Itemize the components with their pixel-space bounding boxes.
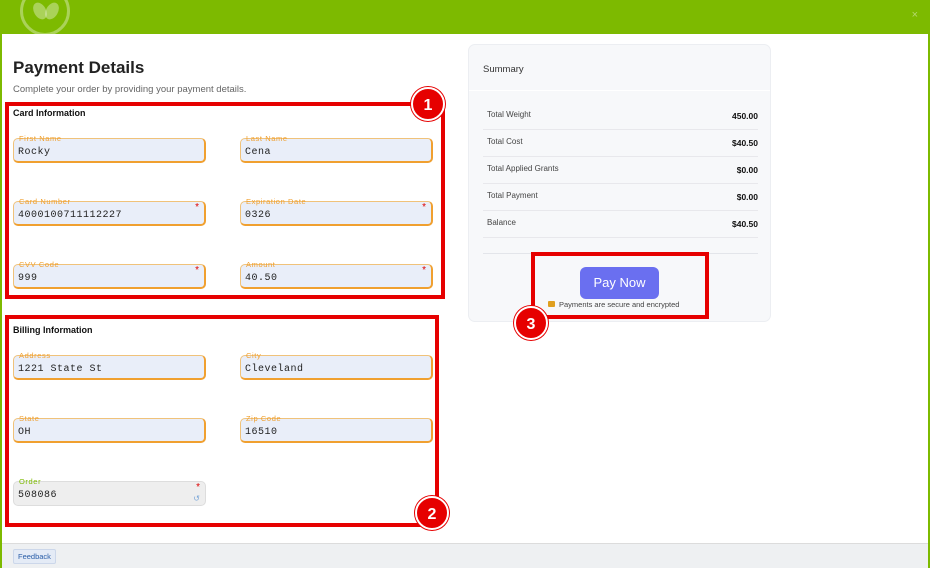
zip-code-field[interactable]: Zip Code 16510 <box>240 414 433 443</box>
summary-row-label: Balance <box>487 218 516 227</box>
amount-field[interactable]: Amount 40.50 * <box>240 260 433 289</box>
last-name-label: Last Name <box>246 134 288 143</box>
summary-row-value: $0.00 <box>736 192 758 202</box>
expiration-date-label: Expiration Date <box>246 197 307 206</box>
last-name-value: Cena <box>245 147 272 158</box>
summary-title: Summary <box>483 64 524 75</box>
required-icon: * <box>195 265 199 276</box>
address-field[interactable]: Address 1221 State St <box>13 351 206 380</box>
city-value: Cleveland <box>245 364 304 375</box>
summary-row-label: Total Cost <box>487 137 523 146</box>
required-icon: * <box>196 482 200 493</box>
order-field[interactable]: Order 508086 * ↺ <box>13 477 206 506</box>
address-label: Address <box>19 351 51 360</box>
summary-row-total-weight: Total Weight 450.00 <box>483 104 758 130</box>
summary-row-value: 450.00 <box>732 111 758 121</box>
top-bar: × <box>0 0 930 36</box>
summary-row-label: Total Weight <box>487 110 531 119</box>
summary-row-total-cost: Total Cost $40.50 <box>483 131 758 157</box>
summary-row-value: $40.50 <box>732 138 758 148</box>
summary-row-label: Total Applied Grants <box>487 164 559 173</box>
frame-border-left <box>0 34 2 568</box>
first-name-label: First Name <box>19 134 62 143</box>
required-icon: * <box>422 202 426 213</box>
lock-icon <box>548 301 555 307</box>
zip-code-label: Zip Code <box>246 414 282 423</box>
summary-row-value: $40.50 <box>732 219 758 229</box>
callout-badge-1: 1 <box>411 87 445 121</box>
leaf-logo-icon <box>20 0 70 36</box>
summary-row-total-payment: Total Payment $0.00 <box>483 185 758 211</box>
state-label: State <box>19 414 40 423</box>
amount-value: 40.50 <box>245 273 278 284</box>
pay-now-button[interactable]: Pay Now <box>580 267 659 299</box>
secure-note-text: Payments are secure and encrypted <box>559 300 680 309</box>
callout-badge-3: 3 <box>514 306 548 340</box>
required-icon: * <box>195 202 199 213</box>
card-info-title: Card Information <box>13 108 86 118</box>
card-number-label: Card Number <box>19 197 71 206</box>
city-label: City <box>246 351 262 360</box>
feedback-button[interactable]: Feedback <box>13 549 56 564</box>
summary-row-balance: Balance $40.50 <box>483 212 758 238</box>
page-subtitle: Complete your order by providing your pa… <box>13 84 247 95</box>
city-field[interactable]: City Cleveland <box>240 351 433 380</box>
refresh-icon[interactable]: ↺ <box>193 494 200 503</box>
secure-note: Payments are secure and encrypted <box>548 300 679 309</box>
close-icon[interactable]: × <box>912 9 918 21</box>
last-name-field[interactable]: Last Name Cena <box>240 134 433 163</box>
summary-row-value: $0.00 <box>736 165 758 175</box>
summary-header: Summary <box>469 45 770 91</box>
first-name-field[interactable]: First Name Rocky <box>13 134 206 163</box>
order-label: Order <box>19 477 42 486</box>
zip-code-value: 16510 <box>245 427 278 438</box>
order-value: 508086 <box>18 490 58 501</box>
cvv-code-field[interactable]: CVV Code 999 * <box>13 260 206 289</box>
state-value: OH <box>18 427 32 438</box>
expiration-date-field[interactable]: Expiration Date 0326 * <box>240 197 433 226</box>
summary-row-total-applied-grants: Total Applied Grants $0.00 <box>483 158 758 184</box>
state-field[interactable]: State OH <box>13 414 206 443</box>
page-title: Payment Details <box>13 58 145 77</box>
footer-bar: Feedback <box>2 543 928 568</box>
card-number-field[interactable]: Card Number 4000100711112227 * <box>13 197 206 226</box>
cvv-code-label: CVV Code <box>19 260 60 269</box>
required-icon: * <box>422 265 426 276</box>
expiration-date-value: 0326 <box>245 210 272 221</box>
card-number-value: 4000100711112227 <box>18 210 123 221</box>
amount-label: Amount <box>246 260 276 269</box>
summary-row-label: Total Payment <box>487 191 538 200</box>
address-value: 1221 State St <box>18 364 103 375</box>
cvv-code-value: 999 <box>18 273 38 284</box>
billing-info-title: Billing Information <box>13 325 93 335</box>
first-name-value: Rocky <box>18 147 51 158</box>
callout-badge-2: 2 <box>415 496 449 530</box>
